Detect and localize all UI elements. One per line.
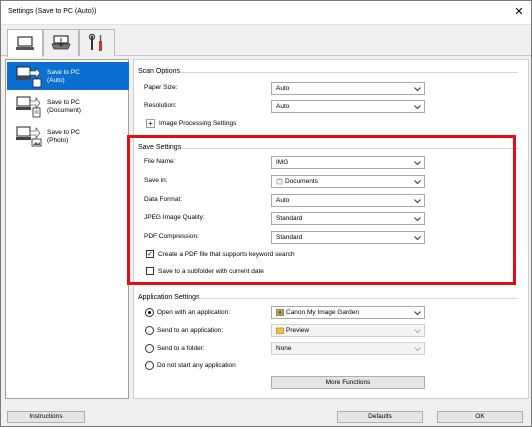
send-app-label: Send to an application: [157, 327, 224, 334]
instructions-button[interactable]: Instructions [7, 411, 85, 423]
tab-computer-scan[interactable] [7, 29, 43, 57]
expand-plus-icon[interactable]: + [146, 119, 155, 128]
chevron-down-icon [414, 105, 421, 110]
chevron-down-icon [414, 311, 421, 316]
tab-scanner-general[interactable] [43, 29, 79, 56]
open-app-radio[interactable] [145, 308, 154, 317]
save-to-pc-auto-icon [16, 66, 42, 88]
open-app-value: Canon My Image Garden [286, 309, 359, 317]
paper-size-label: Paper Size: [144, 84, 178, 91]
open-app-select[interactable]: Canon My Image Garden [271, 306, 425, 319]
scan-options-title: Scan Options [138, 68, 181, 75]
sidebar-item-label: Save to PC (Photo) [47, 129, 80, 145]
send-app-value-wrap: Preview [276, 327, 309, 334]
computer-scan-icon [16, 35, 34, 50]
send-app-radio[interactable] [145, 326, 154, 335]
send-app-select[interactable]: Preview [271, 324, 425, 337]
open-app-value-wrap: Canon My Image Garden [276, 309, 359, 316]
paper-size-select[interactable]: Auto [271, 82, 425, 95]
more-functions-button[interactable]: More Functions [271, 376, 425, 389]
sidebar-item-label: Save to PC (Auto) [47, 69, 80, 85]
no-app-radio[interactable] [145, 361, 154, 370]
tab-bar [1, 25, 531, 57]
chevron-down-icon [414, 347, 421, 352]
save-to-pc-photo-icon [16, 126, 42, 147]
sidebar-item-line1: Save to PC [47, 69, 80, 76]
chevron-down-icon [414, 87, 421, 92]
scanner-general-icon [51, 35, 71, 50]
send-folder-select[interactable]: None [271, 342, 425, 355]
send-folder-radio[interactable] [145, 344, 154, 353]
resolution-select[interactable]: Auto [271, 100, 425, 113]
sidebar-item-line1: Save to PC [47, 129, 80, 136]
defaults-button[interactable]: Defaults [337, 411, 423, 423]
sidebar-item-line1: Save to PC [47, 99, 80, 106]
open-app-label: Open with an application: [157, 309, 230, 316]
scan-options-divider [180, 72, 518, 73]
no-app-label: Do not start any application [157, 362, 236, 369]
sidebar-item-line2: (Document) [47, 107, 81, 114]
application-settings-title: Application Settings [138, 294, 200, 301]
send-folder-label: Send to a folder: [157, 345, 205, 352]
resolution-value: Auto [276, 103, 290, 110]
resolution-label: Resolution: [144, 102, 177, 109]
close-icon[interactable]: ✕ [512, 5, 526, 19]
ok-button[interactable]: OK [437, 411, 523, 423]
image-processing-settings-label[interactable]: Image Processing Settings [159, 120, 236, 127]
sidebar-item-label: Save to PC (Document) [47, 99, 81, 115]
chevron-down-icon [414, 329, 421, 334]
window-title: Settings (Save to PC (Auto)) [8, 8, 97, 15]
settings-window: Settings (Save to PC (Auto)) ✕ Save to P… [0, 0, 532, 427]
save-settings-highlight-frame [127, 135, 516, 285]
sidebar-item-line2: (Photo) [47, 137, 69, 144]
application-settings-divider [198, 298, 518, 299]
my-image-garden-icon [276, 309, 284, 316]
sidebar-item-save-to-pc-photo[interactable]: Save to PC (Photo) [7, 122, 129, 150]
sidebar-item-save-to-pc-auto[interactable]: Save to PC (Auto) [7, 62, 129, 90]
scan-mode-list: Save to PC (Auto) Save to PC (Document) [5, 59, 129, 399]
paper-size-value: Auto [276, 85, 290, 92]
sidebar-item-save-to-pc-document[interactable]: Save to PC (Document) [7, 92, 129, 120]
tools-icon [88, 33, 102, 51]
send-app-value: Preview [286, 327, 310, 335]
save-to-pc-document-icon [16, 96, 41, 118]
title-bar: Settings (Save to PC (Auto)) ✕ [1, 1, 531, 25]
send-folder-value: None [276, 345, 292, 352]
sidebar-item-line2: (Auto) [47, 77, 65, 84]
preview-app-icon [276, 327, 284, 334]
tab-general-settings[interactable] [79, 29, 115, 56]
